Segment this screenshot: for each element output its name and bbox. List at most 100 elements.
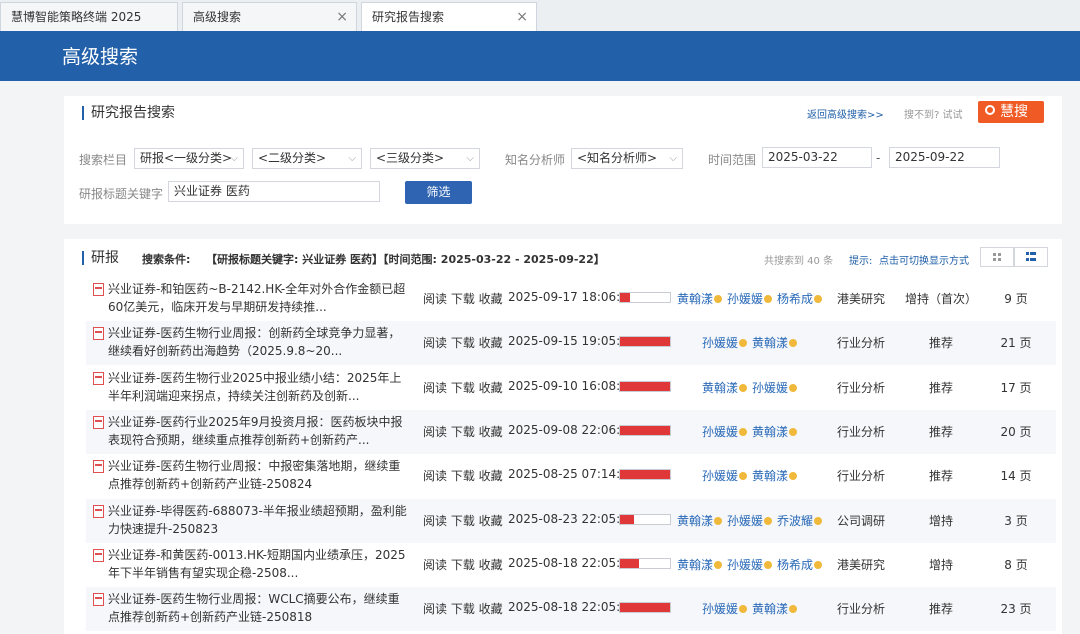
analyst-link[interactable]: 孙媛媛 bbox=[702, 336, 738, 350]
pdf-icon bbox=[93, 283, 104, 296]
table-row[interactable]: 兴业证券-医药行业2025年9月投资月报：医药板块中报表现符合预期，继续重点推荐… bbox=[86, 409, 1056, 454]
medal-icon bbox=[713, 560, 722, 569]
tip-label: 提示: bbox=[849, 256, 873, 267]
row-actions[interactable]: 阅读 下载 收藏 bbox=[423, 512, 503, 529]
report-pages: 20 页 bbox=[1000, 424, 1032, 439]
analyst-select[interactable]: <知名分析师> ⌵ bbox=[571, 148, 683, 169]
analyst-link[interactable]: 杨希成 bbox=[777, 292, 813, 306]
table-row[interactable]: 兴业证券-医药生物行业周报：WCLC摘要公布，继续重点推荐创新药+创新药产业链-… bbox=[86, 587, 1056, 632]
tab-report-search[interactable]: 研究报告搜索 × bbox=[361, 2, 537, 32]
tab-app-title[interactable]: 慧博智能策略终端 2025 V3.9.9.0 bbox=[0, 2, 178, 52]
date-from-input[interactable]: 2025-03-22 bbox=[762, 147, 872, 168]
report-date: 2025-08-18 22:05:24 bbox=[508, 555, 636, 570]
row-actions[interactable]: 阅读 下载 收藏 bbox=[423, 600, 503, 617]
heat-bar-fill bbox=[620, 603, 670, 613]
analyst-list: 孙媛媛 黄翰漾 bbox=[672, 467, 832, 484]
pdf-icon bbox=[93, 371, 104, 385]
table-row[interactable]: 兴业证券-医药生物行业2025中报业绩小结：2025年上半年利润端迎来拐点，持续… bbox=[86, 366, 1056, 410]
close-icon[interactable]: × bbox=[516, 3, 528, 31]
report-title-link[interactable]: 兴业证券-医药行业2025年9月投资月报：医药板块中报表现符合预期，继续重点推荐… bbox=[108, 413, 408, 449]
heat-bar-fill bbox=[620, 470, 670, 480]
level2-select[interactable]: <二级分类> ⌵ bbox=[252, 148, 362, 169]
heat-bar-fill bbox=[620, 381, 670, 391]
report-title-link[interactable]: 兴业证券-和黄医药-0013.HK-短期国内业绩承压，2025年下半年销售有望实… bbox=[108, 546, 408, 582]
row-actions[interactable]: 阅读 下载 收藏 bbox=[423, 334, 503, 351]
report-date: 2025-08-23 22:05:25 bbox=[508, 511, 636, 526]
analyst-link[interactable]: 孙媛媛 bbox=[702, 602, 738, 616]
heat-bar bbox=[619, 602, 671, 614]
report-rating: 推荐 bbox=[928, 336, 953, 351]
toggle-view-link[interactable]: 点击可切换显示方式 bbox=[879, 252, 969, 267]
report-pages: 14 页 bbox=[1000, 469, 1032, 484]
analyst-link[interactable]: 黄翰漾 bbox=[702, 381, 738, 395]
row-actions[interactable]: 阅读 下载 收藏 bbox=[423, 556, 503, 573]
table-row[interactable]: 兴业证券-医药生物行业周报：中报密集落地期，继续重点推荐创新药+创新药产业链-2… bbox=[86, 454, 1056, 498]
analyst-link[interactable]: 孙媛媛 bbox=[727, 514, 763, 528]
report-title-link[interactable]: 兴业证券-医药生物行业周报：中报密集落地期，继续重点推荐创新药+创新药产业链-2… bbox=[108, 457, 408, 493]
report-date: 2025-08-18 22:05:19 bbox=[508, 600, 636, 615]
chevron-down-icon: ⌵ bbox=[348, 153, 356, 164]
date-to-input[interactable]: 2025-09-22 bbox=[889, 147, 1000, 168]
table-row[interactable]: 兴业证券-医药生物行业周报：创新药全球竞争力显著，继续看好创新药出海趋势（202… bbox=[86, 321, 1056, 366]
report-type: 港美研究 bbox=[836, 557, 885, 572]
analyst-link[interactable]: 黄翰漾 bbox=[752, 602, 788, 616]
level1-select[interactable]: 研报<一级分类> ⌵ bbox=[134, 148, 244, 169]
return-advanced-link[interactable]: 返回高级搜索>> bbox=[807, 106, 884, 121]
tab-report-search-label: 研究报告搜索 bbox=[372, 10, 445, 24]
medal-icon bbox=[713, 295, 722, 303]
report-type: 行业分析 bbox=[836, 469, 885, 484]
analyst-list: 孙媛媛 黄翰漾 bbox=[672, 423, 832, 440]
report-title-link[interactable]: 兴业证券-医药生物行业周报：WCLC摘要公布，继续重点推荐创新药+创新药产业链-… bbox=[108, 590, 408, 626]
time-range-label: 时间范围 bbox=[708, 153, 757, 167]
pdf-icon bbox=[93, 504, 104, 518]
grid-view-button[interactable] bbox=[980, 247, 1014, 267]
row-actions[interactable]: 阅读 下载 收藏 bbox=[423, 467, 503, 484]
heat-bar bbox=[619, 336, 671, 348]
analyst-link[interactable]: 杨希成 bbox=[777, 558, 813, 572]
result-count: 共搜索到 40 条 bbox=[764, 256, 834, 267]
analyst-list: 黄翰漾 孙媛媛 杨希成 bbox=[672, 556, 832, 573]
level3-select[interactable]: <三级分类> ⌵ bbox=[370, 148, 480, 169]
report-pages: 23 页 bbox=[1000, 602, 1032, 617]
table-row[interactable]: 兴业证券-和黄医药-0013.HK-短期国内业绩承压，2025年下半年销售有望实… bbox=[86, 543, 1056, 587]
heat-bar bbox=[619, 292, 671, 303]
report-title-link[interactable]: 兴业证券-医药生物行业周报：创新药全球竞争力显著，继续看好创新药出海趋势（202… bbox=[108, 324, 408, 360]
row-actions[interactable]: 阅读 下载 收藏 bbox=[423, 290, 503, 307]
analyst-link[interactable]: 孙媛媛 bbox=[702, 469, 738, 483]
analyst-link[interactable]: 黄翰漾 bbox=[677, 292, 713, 306]
report-rating: 增持 bbox=[928, 557, 953, 572]
row-actions[interactable]: 阅读 下载 收藏 bbox=[423, 379, 503, 396]
keyword-input[interactable]: 兴业证券 医药 bbox=[168, 181, 380, 202]
report-date: 2025-09-17 18:06:42 bbox=[508, 290, 636, 304]
medal-icon bbox=[739, 472, 747, 481]
filter-button[interactable]: 筛选 bbox=[405, 181, 472, 204]
analyst-link[interactable]: 黄翰漾 bbox=[677, 514, 713, 528]
report-title-link[interactable]: 兴业证券-和铂医药~B-2142.HK-全年对外合作金额已超60亿美元，临床开发… bbox=[108, 280, 408, 316]
analyst-link[interactable]: 黄翰漾 bbox=[752, 425, 788, 439]
table-row[interactable]: 兴业证券-毕得医药-688073-半年报业绩超预期，盈利能力快速提升-25082… bbox=[86, 498, 1056, 543]
report-type: 行业分析 bbox=[836, 424, 885, 439]
analyst-link[interactable]: 孙媛媛 bbox=[702, 425, 738, 439]
row-actions[interactable]: 阅读 下载 收藏 bbox=[423, 423, 503, 440]
analyst-link[interactable]: 孙媛媛 bbox=[752, 381, 788, 395]
table-row[interactable]: 兴业证券-和铂医药~B-2142.HK-全年对外合作金额已超60亿美元，临床开发… bbox=[86, 277, 1056, 321]
hui-search-button[interactable]: 慧搜 bbox=[978, 101, 1044, 123]
report-pages: 17 页 bbox=[1000, 380, 1032, 395]
analyst-value: <知名分析师> bbox=[577, 151, 658, 165]
analyst-link[interactable]: 孙媛媛 bbox=[727, 558, 763, 572]
search-panel: 研究报告搜索 返回高级搜索>> 搜不到? 试试 慧搜 搜索栏目 研报<一级分类>… bbox=[64, 96, 1062, 224]
report-title-link[interactable]: 兴业证券-毕得医药-688073-半年报业绩超预期，盈利能力快速提升-25082… bbox=[108, 502, 408, 538]
condition-label: 搜索条件: bbox=[142, 253, 191, 266]
list-view-button[interactable] bbox=[1014, 247, 1048, 267]
column-label: 搜索栏目 bbox=[79, 153, 128, 167]
analyst-link[interactable]: 黄翰漾 bbox=[752, 469, 788, 483]
report-pages: 9 页 bbox=[1004, 292, 1028, 306]
tab-advanced-search[interactable]: 高级搜索 × bbox=[182, 2, 357, 31]
analyst-link[interactable]: 孙媛媛 bbox=[727, 292, 763, 306]
medal-icon bbox=[814, 295, 823, 303]
analyst-link[interactable]: 黄翰漾 bbox=[752, 336, 788, 350]
report-title-link[interactable]: 兴业证券-医药生物行业2025中报业绩小结：2025年上半年利润端迎来拐点，持续… bbox=[108, 369, 408, 405]
analyst-link[interactable]: 乔波耀 bbox=[777, 514, 813, 528]
close-icon[interactable]: × bbox=[336, 3, 348, 31]
analyst-link[interactable]: 黄翰漾 bbox=[677, 558, 713, 572]
